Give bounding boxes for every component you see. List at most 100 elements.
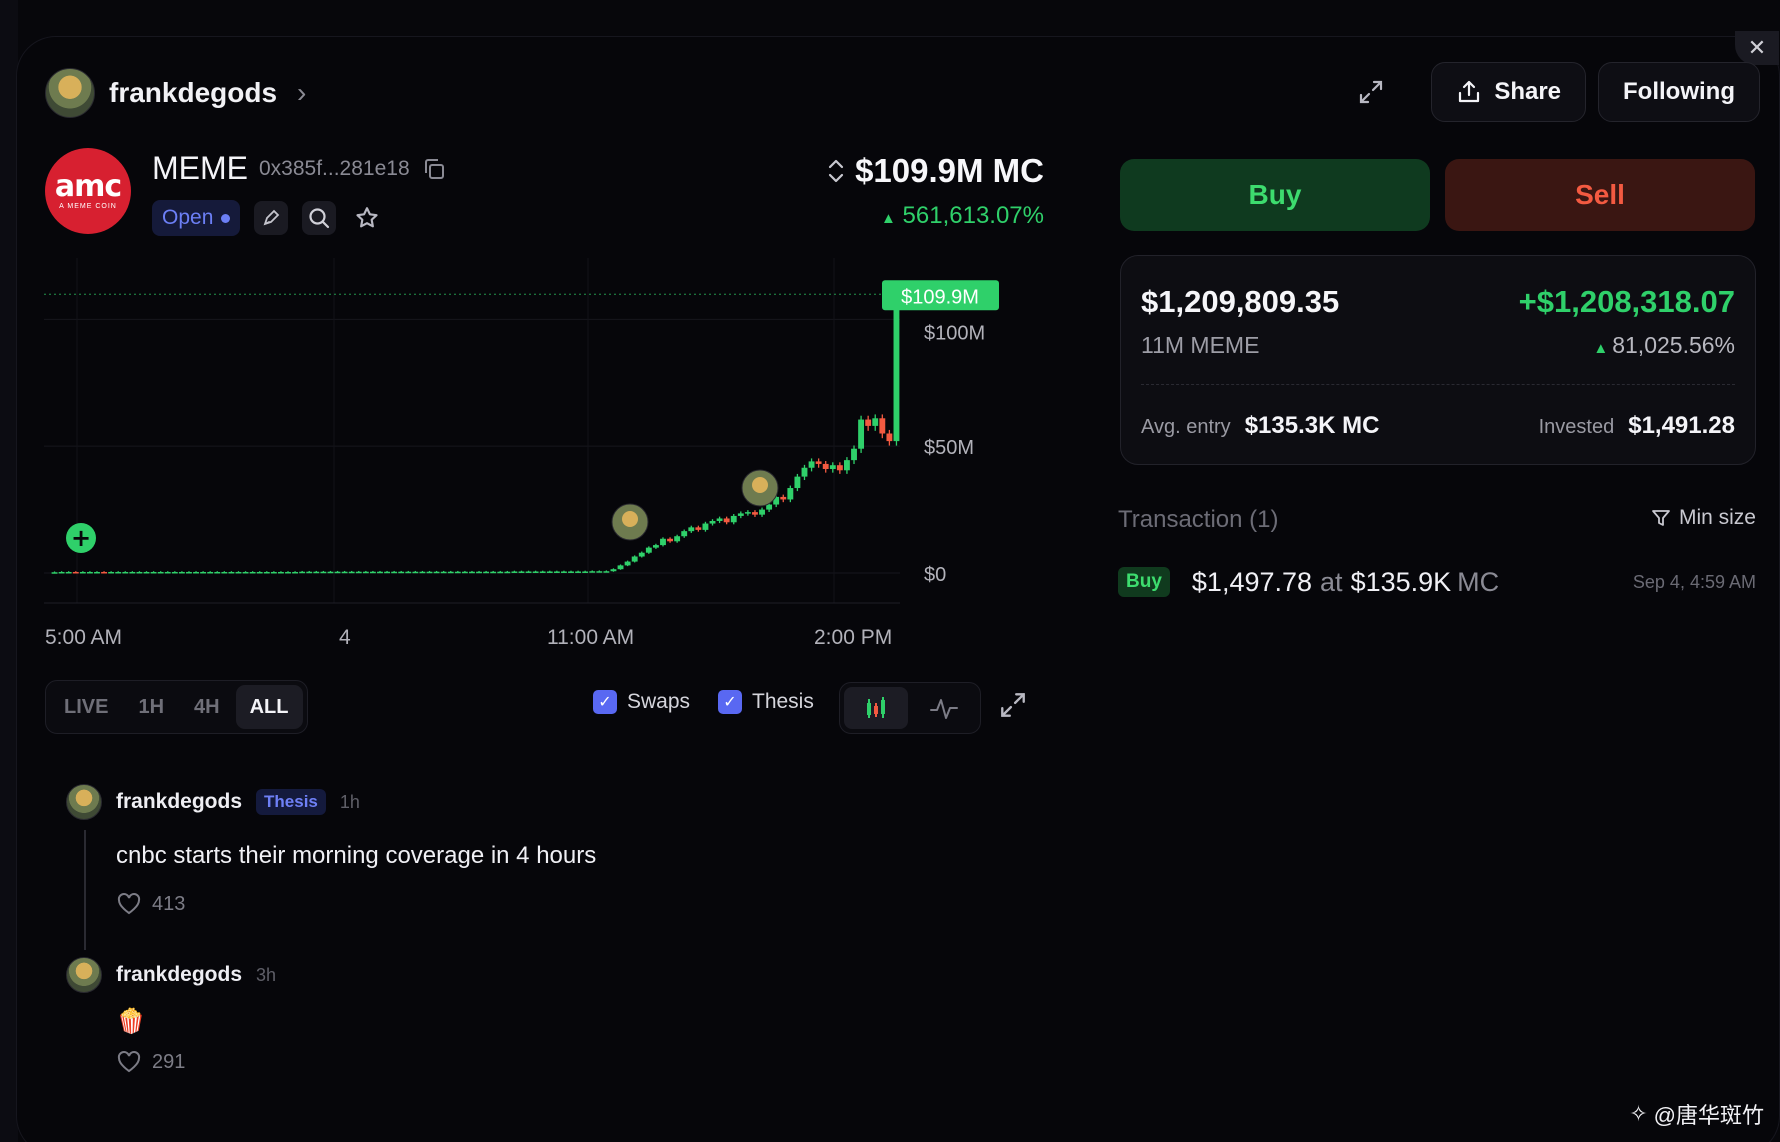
price-chart[interactable]: $100M $50M $0 $109.9M +: [44, 258, 1039, 658]
y-tick-label: $100M: [924, 322, 985, 344]
candle: [497, 571, 504, 574]
candle: [348, 571, 355, 574]
position-amount: 11M MEME: [1141, 332, 1260, 358]
candle: [808, 461, 815, 468]
status-label: Open: [162, 206, 214, 229]
tx-side-badge: Buy: [1118, 567, 1170, 597]
candle: [723, 518, 730, 523]
candle: [801, 467, 808, 477]
candle: [334, 571, 341, 574]
post-time: 3h: [256, 964, 277, 985]
heart-icon: [117, 1050, 141, 1073]
tab-live[interactable]: LIVE: [50, 685, 122, 729]
candle: [858, 419, 865, 449]
sell-button[interactable]: Sell: [1445, 159, 1755, 231]
candle: [178, 571, 185, 574]
candle: [674, 536, 681, 542]
post-avatar[interactable]: [66, 784, 102, 820]
search-icon[interactable]: [302, 201, 337, 235]
chevron-right-icon: ›: [297, 77, 307, 108]
candle: [610, 569, 617, 572]
min-size-filter[interactable]: Min size: [1651, 506, 1756, 530]
candle: [79, 571, 86, 574]
candle: [476, 571, 482, 574]
plus-icon: +: [71, 524, 91, 552]
thesis-checkbox[interactable]: ✓: [718, 690, 742, 714]
swaps-checkbox[interactable]: ✓: [593, 690, 617, 714]
invested-label: Invested: [1538, 416, 1615, 438]
close-icon[interactable]: ✕: [1735, 31, 1779, 65]
candle: [815, 461, 822, 464]
status-dot: [221, 213, 231, 223]
candle: [589, 571, 596, 573]
candle: [575, 571, 582, 573]
thesis-toggle[interactable]: ✓ Thesis: [718, 690, 814, 714]
sort-icon[interactable]: [827, 158, 845, 184]
post-author[interactable]: frankdegods: [116, 790, 242, 814]
position-card: $1,209,809.35 +$1,208,318.07 11M MEME ▲ 8…: [1120, 255, 1756, 465]
star-icon[interactable]: [350, 201, 384, 235]
profile-link[interactable]: frankdegods ›: [45, 68, 306, 118]
buy-button[interactable]: Buy: [1120, 159, 1430, 231]
username: frankdegods: [109, 77, 278, 108]
invested-value: $1,491.28: [1628, 412, 1735, 439]
line-chart-icon[interactable]: [912, 687, 976, 729]
trade-avatar-face: [622, 511, 638, 527]
candle: [851, 448, 857, 461]
x-tick-label: 11:00 AM: [547, 626, 635, 649]
candle: [879, 418, 886, 434]
transaction-row[interactable]: Buy $1,497.78 at $135.9K MC Sep 4, 4:59 …: [1118, 562, 1756, 602]
candle: [504, 571, 511, 574]
share-label: Share: [1494, 78, 1562, 105]
share-button[interactable]: Share: [1431, 62, 1587, 122]
candle: [101, 571, 107, 574]
candle: [652, 545, 659, 548]
swaps-toggle[interactable]: ✓ Swaps: [593, 690, 690, 714]
candle: [72, 571, 79, 574]
candle: [263, 571, 270, 574]
candle: [377, 571, 383, 574]
candle: [143, 571, 150, 574]
candle: [235, 571, 242, 574]
candle: [624, 561, 631, 566]
candle: [681, 531, 688, 537]
position-pnl-percent: ▲ 81,025.56%: [1593, 332, 1735, 359]
post-author[interactable]: frankdegods: [116, 963, 242, 987]
candle: [186, 571, 192, 574]
tab-all[interactable]: ALL: [235, 685, 303, 729]
like-button[interactable]: 413: [116, 892, 596, 916]
candle: [780, 496, 787, 500]
candle: [270, 571, 277, 574]
time-range-tabs: LIVE 1H 4H ALL: [45, 680, 308, 734]
expand-icon[interactable]: [1343, 62, 1399, 122]
candle: [638, 552, 645, 557]
chart-expand-icon[interactable]: [998, 690, 1028, 725]
tab-1h[interactable]: 1H: [124, 685, 178, 729]
following-button[interactable]: Following: [1598, 62, 1760, 122]
candle: [730, 515, 737, 523]
candle: [461, 571, 468, 574]
candle: [759, 509, 765, 515]
candle: [150, 571, 157, 574]
tx-date: Sep 4, 4:59 AM: [1632, 571, 1756, 592]
like-button[interactable]: 291: [116, 1050, 276, 1074]
candle: [278, 571, 284, 574]
y-tick-label: $50M: [924, 437, 974, 459]
candlestick-icon[interactable]: [844, 687, 908, 729]
candle: [469, 571, 475, 574]
candle: [362, 571, 369, 574]
candle: [228, 571, 235, 574]
post: frankdegods 3h 🍿 291: [66, 957, 276, 1074]
candle: [193, 571, 199, 574]
candle: [405, 571, 412, 574]
candle: [384, 571, 390, 574]
following-label: Following: [1623, 78, 1735, 105]
tab-4h[interactable]: 4H: [180, 685, 234, 729]
copy-icon[interactable]: [422, 157, 446, 181]
edit-icon[interactable]: [254, 201, 289, 235]
chart-canvas[interactable]: $100M $50M $0 $109.9M +: [44, 258, 1039, 618]
candle: [86, 571, 93, 574]
post-avatar[interactable]: [66, 957, 102, 993]
candle: [702, 523, 709, 530]
token-tags: Open: [152, 200, 384, 236]
